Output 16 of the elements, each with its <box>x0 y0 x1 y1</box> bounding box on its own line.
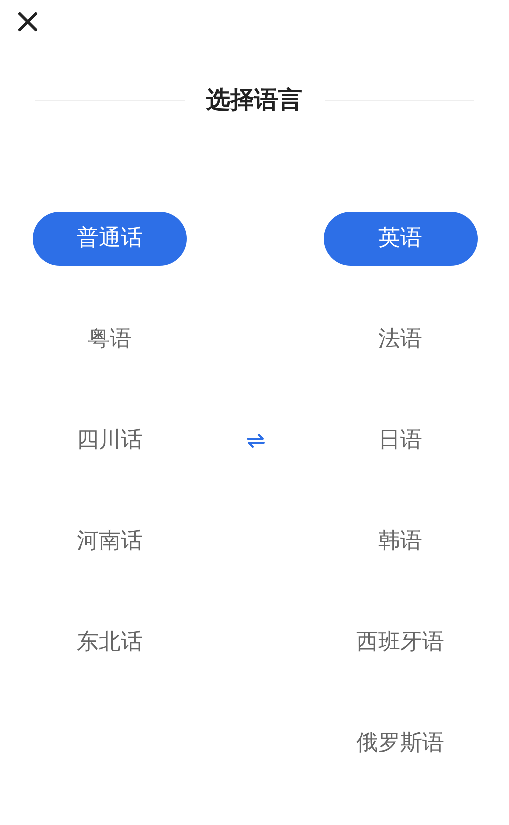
language-option[interactable]: 东北话 <box>33 616 187 670</box>
close-button[interactable] <box>16 10 40 34</box>
swap-arrows-icon <box>247 434 265 448</box>
language-option[interactable]: 法语 <box>324 312 478 366</box>
close-icon <box>17 11 39 33</box>
language-option[interactable]: 河南话 <box>33 514 187 568</box>
language-option[interactable]: 日语 <box>324 414 478 468</box>
language-option[interactable]: 西班牙语 <box>324 616 478 670</box>
dialog-title: 选择语言 <box>206 85 302 116</box>
language-option[interactable]: 四川话 <box>33 414 187 468</box>
language-option[interactable]: 韩语 <box>324 514 478 568</box>
language-option[interactable]: 粤语 <box>33 312 187 366</box>
language-option[interactable]: 普通话 <box>33 212 187 266</box>
language-option[interactable]: 英语 <box>324 212 478 266</box>
swap-button[interactable] <box>246 432 266 448</box>
language-option[interactable]: 俄罗斯语 <box>324 716 478 770</box>
